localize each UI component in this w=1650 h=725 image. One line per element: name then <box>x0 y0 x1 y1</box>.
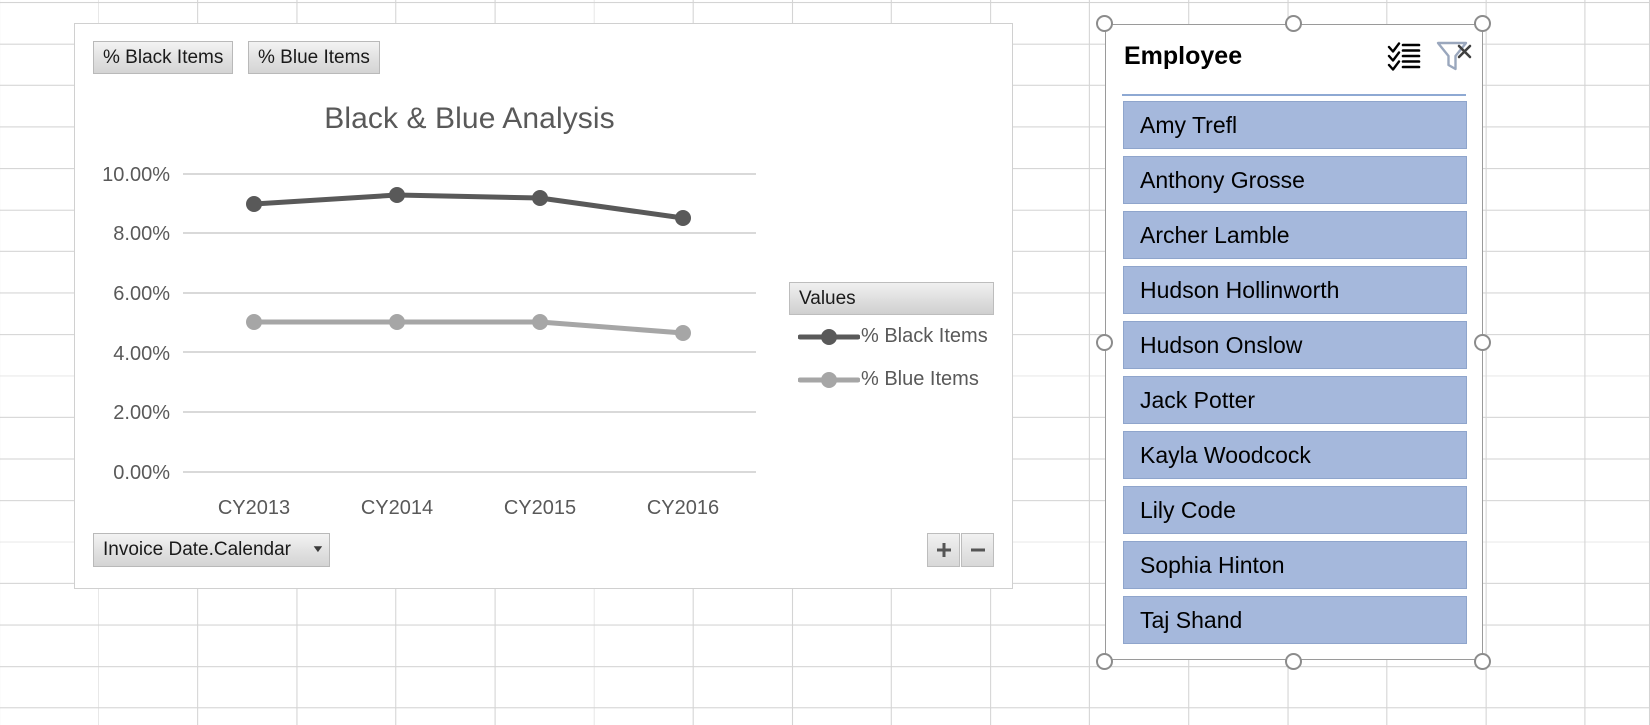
slicer-item-label: Hudson Onslow <box>1140 331 1303 358</box>
y-tick-label-2: 2.00% <box>113 402 170 424</box>
slicer-item[interactable]: Kayla Woodcock <box>1123 431 1467 479</box>
resize-handle-top-center[interactable] <box>1285 15 1302 32</box>
legend-label-black-items: % Black Items <box>861 325 988 347</box>
slicer-item[interactable]: Taj Shand <box>1123 596 1467 644</box>
y-tick-label-10: 10.00% <box>102 164 170 186</box>
y-tick-label-8: 8.00% <box>113 223 170 245</box>
slicer-item-label: Anthony Grosse <box>1140 166 1305 193</box>
slicer-item-label: Sophia Hinton <box>1140 551 1285 578</box>
slicer-item-label: Kayla Woodcock <box>1140 441 1311 468</box>
axis-field-button-invoice-date-calendar[interactable]: Invoice Date.Calendar ▼ <box>93 533 330 567</box>
slicer-item[interactable]: Hudson Hollinworth <box>1123 266 1467 314</box>
legend-label-blue-items: % Blue Items <box>861 368 979 390</box>
slicer-item-label: Taj Shand <box>1140 606 1243 633</box>
drill-expand-button[interactable] <box>927 533 960 567</box>
x-tick-label-cy2016: CY2016 <box>647 497 719 519</box>
slicer-item-label: Archer Lamble <box>1140 221 1290 248</box>
slicer-item-list: Amy Trefl Anthony Grosse Archer Lamble H… <box>1123 101 1467 649</box>
plus-icon <box>936 543 951 557</box>
legend-marker-black-items <box>798 328 860 345</box>
minus-icon <box>970 548 985 552</box>
slicer-title: Employee <box>1124 41 1243 70</box>
chevron-down-icon: ▼ <box>310 544 326 555</box>
slicer-header-divider <box>1122 94 1466 96</box>
y-tick-label-4: 4.00% <box>113 343 170 365</box>
legend-title-field-button[interactable]: Values <box>789 282 994 315</box>
resize-handle-bottom-left[interactable] <box>1096 653 1113 670</box>
legend-entry-blue-items: % Blue Items <box>789 358 994 401</box>
resize-handle-top-left[interactable] <box>1096 15 1113 32</box>
slicer-item-label: Hudson Hollinworth <box>1140 276 1340 303</box>
x-tick-label-cy2013: CY2013 <box>218 497 290 519</box>
slicer-item-label: Amy Trefl <box>1140 111 1238 138</box>
axis-field-button-label: Invoice Date.Calendar <box>103 539 291 560</box>
resize-handle-bottom-right[interactable] <box>1474 653 1491 670</box>
drill-collapse-button[interactable] <box>961 533 994 567</box>
multi-select-icon[interactable] <box>1382 34 1426 78</box>
resize-handle-top-right[interactable] <box>1474 15 1491 32</box>
series-line-blue-items <box>246 314 691 341</box>
slicer-item[interactable]: Anthony Grosse <box>1123 156 1467 204</box>
employee-slicer[interactable]: Employee Amy Trefl Anthony Grosse Archer… <box>1096 15 1491 670</box>
resize-handle-bottom-center[interactable] <box>1285 653 1302 670</box>
slicer-item-label: Jack Potter <box>1140 386 1256 413</box>
slicer-item[interactable]: Jack Potter <box>1123 376 1467 424</box>
slicer-item[interactable]: Amy Trefl <box>1123 101 1467 149</box>
series-line-black-items <box>246 187 691 226</box>
legend-entry-black-items: % Black Items <box>789 315 994 358</box>
slicer-body: Employee Amy Trefl Anthony Grosse Archer… <box>1105 24 1483 660</box>
slicer-item[interactable]: Hudson Onslow <box>1123 321 1467 369</box>
x-tick-label-cy2014: CY2014 <box>361 497 433 519</box>
slicer-item[interactable]: Sophia Hinton <box>1123 541 1467 589</box>
pivot-chart-object[interactable]: % Black Items % Blue Items Black & Blue … <box>74 23 1013 589</box>
y-tick-label-6: 6.00% <box>113 283 170 305</box>
clear-filter-icon[interactable] <box>1432 34 1476 78</box>
chart-legend: Values % Black Items % Blue Items <box>789 282 994 401</box>
legend-title-label: Values <box>799 287 856 309</box>
slicer-item[interactable]: Archer Lamble <box>1123 211 1467 259</box>
slicer-header: Employee <box>1106 25 1482 87</box>
legend-marker-blue-items <box>798 371 860 388</box>
resize-handle-middle-left[interactable] <box>1096 334 1113 351</box>
resize-handle-middle-right[interactable] <box>1474 334 1491 351</box>
y-tick-label-0: 0.00% <box>113 462 170 484</box>
x-tick-label-cy2015: CY2015 <box>504 497 576 519</box>
slicer-item-label: Lily Code <box>1140 496 1236 523</box>
slicer-item[interactable]: Lily Code <box>1123 486 1467 534</box>
